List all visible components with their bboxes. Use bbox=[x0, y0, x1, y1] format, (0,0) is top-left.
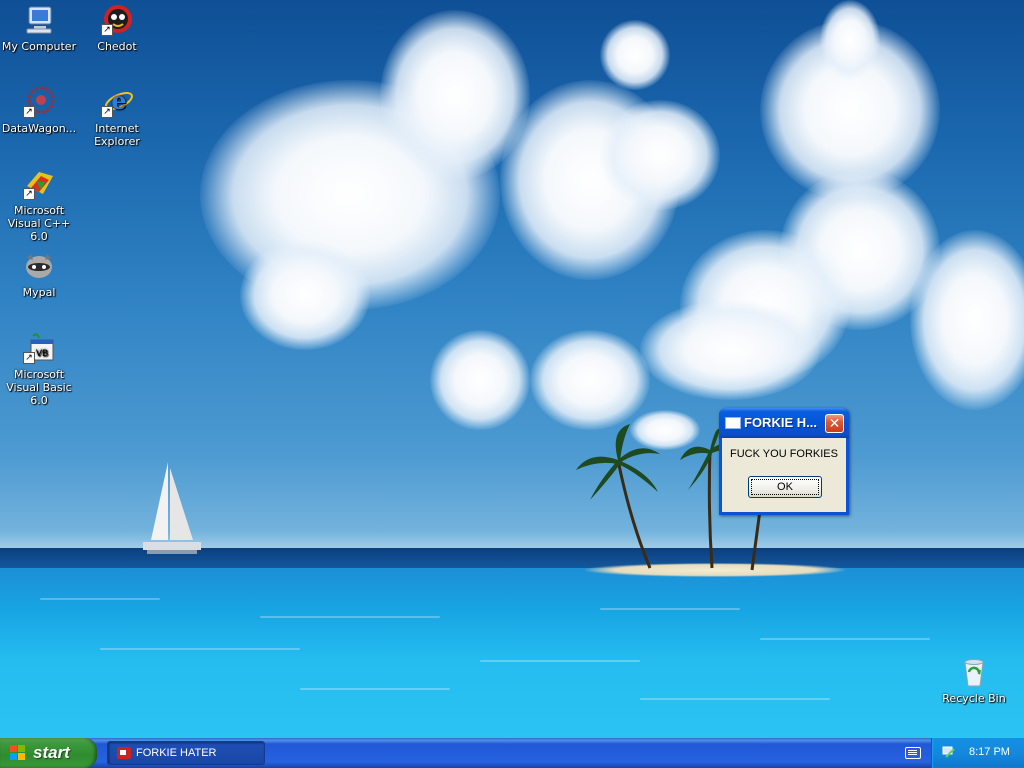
dialog-title: FORKIE H... bbox=[744, 415, 817, 430]
start-label: start bbox=[33, 743, 70, 762]
desktop-icon-label: Chedot bbox=[97, 40, 137, 53]
recycle-bin-icon bbox=[958, 656, 990, 688]
datawagon-icon: ↗ bbox=[23, 86, 55, 118]
message-box-dialog: FORKIE H... ✕ FUCK YOU FORKIES OK bbox=[719, 408, 849, 515]
visual-cpp-icon: ↗ bbox=[23, 168, 55, 200]
desktop-icon-label: My Computer bbox=[1, 40, 77, 53]
desktop-icon-label: Recycle Bin bbox=[942, 692, 1006, 705]
desktop-icon-visual-basic[interactable]: VB ↗ Microsoft Visual Basic 6.0 bbox=[0, 332, 78, 407]
window-icon bbox=[725, 417, 741, 429]
dialog-message: FUCK YOU FORKIES bbox=[730, 448, 838, 460]
shortcut-arrow-icon: ↗ bbox=[101, 24, 113, 36]
sailboat bbox=[143, 462, 201, 554]
windows-logo-icon bbox=[10, 745, 26, 761]
dialog-body: FUCK YOU FORKIES OK bbox=[722, 438, 846, 512]
taskbar-button-forkie-hater[interactable]: FORKIE HATER bbox=[107, 741, 265, 765]
keyboard-icon[interactable] bbox=[905, 747, 921, 759]
chedot-icon: ↗ bbox=[101, 4, 133, 36]
desktop-icon-mypal[interactable]: Mypal bbox=[0, 250, 78, 299]
shallow-sea bbox=[0, 568, 1024, 738]
shortcut-arrow-icon: ↗ bbox=[23, 188, 35, 200]
app-icon bbox=[117, 747, 131, 759]
network-icon[interactable] bbox=[942, 745, 956, 759]
taskbar: start FORKIE HATER 8:17 PM bbox=[0, 738, 1024, 768]
shortcut-arrow-icon: ↗ bbox=[101, 106, 113, 118]
desktop-icon-my-computer[interactable]: My Computer bbox=[0, 4, 78, 53]
start-button[interactable]: start bbox=[0, 738, 97, 768]
desktop-icon-label: Internet Explorer bbox=[94, 122, 140, 148]
dialog-titlebar[interactable]: FORKIE H... ✕ bbox=[719, 408, 849, 438]
desktop-icon-label: DataWagon... bbox=[1, 122, 77, 135]
desktop-icon-chedot[interactable]: ↗ Chedot bbox=[78, 4, 156, 53]
visual-basic-icon: VB ↗ bbox=[23, 332, 55, 364]
desktop-icon-recycle-bin[interactable]: Recycle Bin bbox=[935, 656, 1013, 705]
ok-button[interactable]: OK bbox=[748, 476, 822, 498]
clock[interactable]: 8:17 PM bbox=[969, 746, 1010, 758]
desktop-wallpaper: My Computer ↗ Chedot ↗ DataWagon... e ↗ … bbox=[0, 0, 1024, 738]
svg-text:e: e bbox=[111, 86, 126, 115]
shortcut-arrow-icon: ↗ bbox=[23, 106, 35, 118]
desktop-icon-internet-explorer[interactable]: e ↗ Internet Explorer bbox=[78, 86, 156, 148]
taskbar-button-label: FORKIE HATER bbox=[136, 747, 217, 759]
desktop-icon-datawagon[interactable]: ↗ DataWagon... bbox=[0, 86, 78, 135]
desktop-icon-label: Microsoft Visual C++ 6.0 bbox=[7, 204, 71, 243]
mypal-icon bbox=[23, 250, 55, 282]
internet-explorer-icon: e ↗ bbox=[101, 86, 133, 118]
svg-text:VB: VB bbox=[36, 349, 48, 359]
system-tray: 8:17 PM bbox=[931, 738, 1024, 768]
desktop-icon-label: Microsoft Visual Basic 6.0 bbox=[6, 368, 72, 407]
desktop-icon-visual-cpp[interactable]: ↗ Microsoft Visual C++ 6.0 bbox=[0, 168, 78, 243]
desktop-icon-label: Mypal bbox=[22, 286, 56, 299]
close-button[interactable]: ✕ bbox=[825, 414, 844, 433]
my-computer-icon bbox=[23, 4, 55, 36]
shortcut-arrow-icon: ↗ bbox=[23, 352, 35, 364]
